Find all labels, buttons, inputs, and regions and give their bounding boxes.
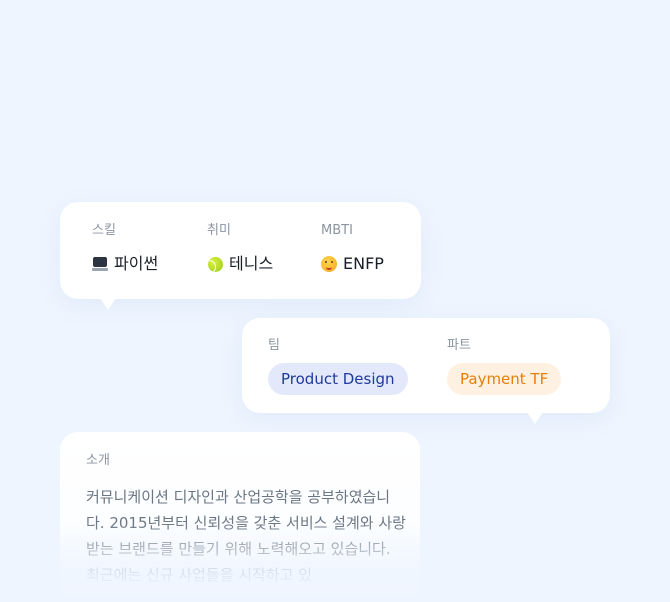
- mbti-label: MBTI: [321, 223, 353, 238]
- skill-value: 파이썬: [92, 254, 158, 274]
- smiling-face-icon: [321, 256, 337, 272]
- laptop-icon: [92, 256, 108, 272]
- intro-card: 소개 커뮤니케이션 디자인과 산업공학을 공부하였습니다. 2015년부터 신뢰…: [60, 432, 420, 602]
- org-card-tail: [527, 412, 543, 424]
- skill-value-text: 파이썬: [114, 254, 159, 273]
- tennis-ball-icon: [207, 256, 223, 272]
- org-card: 팀 Product Design 파트 Payment TF: [242, 318, 610, 413]
- part-chip: Payment TF: [447, 363, 562, 395]
- team-chip: Product Design: [268, 363, 408, 395]
- profile-card: 스킬 파이썬 취미 테니스 MBTI ENFP: [60, 202, 421, 299]
- part-label: 파트: [447, 338, 471, 353]
- skill-label: 스킬: [92, 223, 116, 238]
- hobby-label: 취미: [207, 223, 231, 238]
- mbti-value: ENFP: [321, 254, 384, 274]
- intro-text: 커뮤니케이션 디자인과 산업공학을 공부하였습니다. 2015년부터 신뢰성을 …: [86, 488, 406, 584]
- hobby-value-text: 테니스: [229, 254, 274, 273]
- mbti-value-text: ENFP: [343, 254, 384, 273]
- team-label: 팀: [268, 338, 280, 353]
- profile-card-tail: [100, 298, 116, 310]
- intro-label: 소개: [86, 453, 110, 468]
- hobby-value: 테니스: [207, 254, 273, 274]
